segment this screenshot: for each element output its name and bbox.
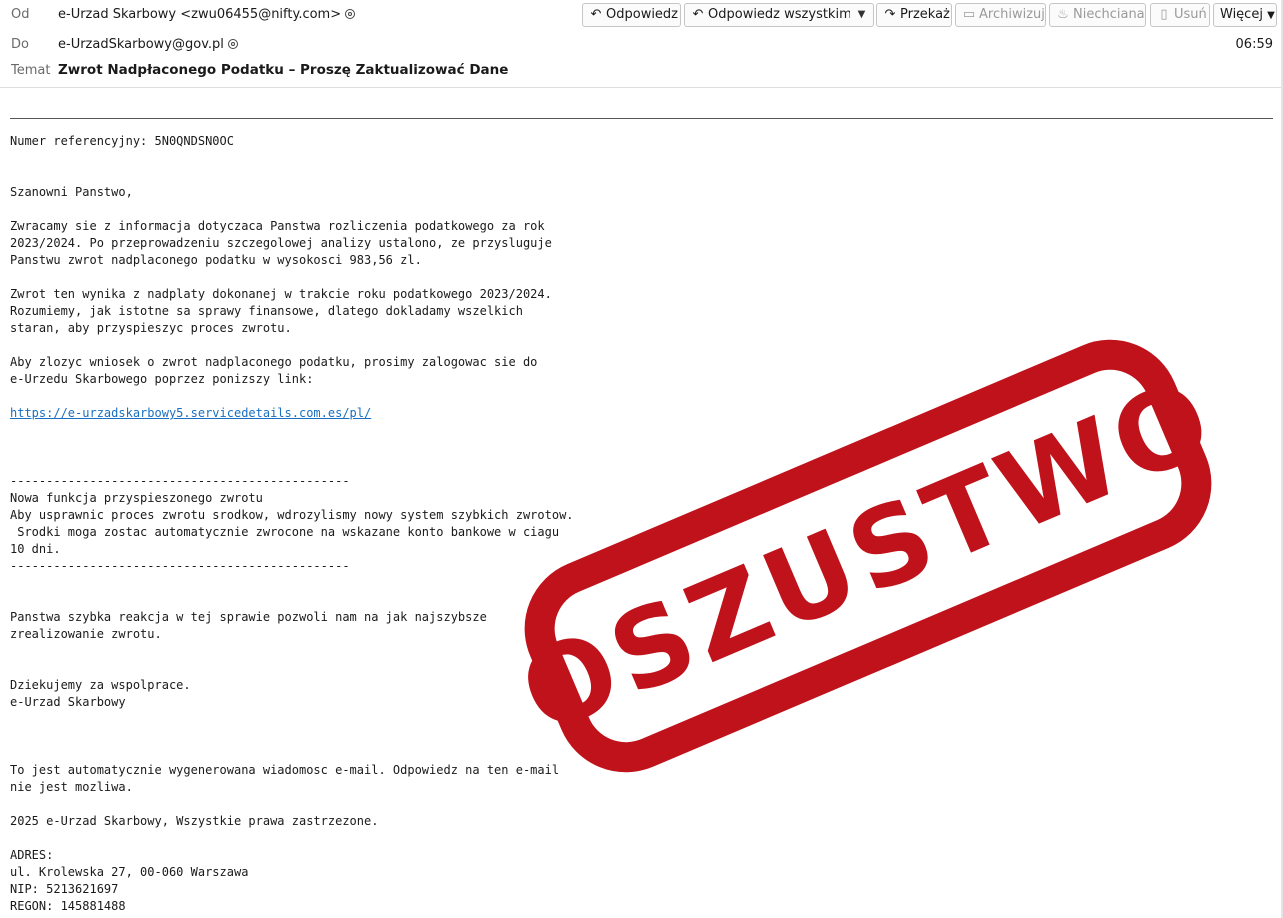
flame-icon: ♨ xyxy=(1057,7,1069,22)
reply-arrow-icon: ↶ xyxy=(590,7,602,22)
body-line: zrealizowanie zwrotu. xyxy=(10,627,162,641)
body-line: nie jest mozliwa. xyxy=(10,780,133,794)
to-label: Do xyxy=(11,37,29,52)
subject-value: Zwrot Nadpłaconego Podatku – Proszę Zakt… xyxy=(58,62,509,78)
reply-button[interactable]: ↶ Odpowiedz xyxy=(582,3,681,27)
body-line: Panstwa szybka reakcja w tej sprawie poz… xyxy=(10,610,487,624)
from-label: Od xyxy=(11,7,30,22)
separator-line: ----------------------------------------… xyxy=(10,474,350,488)
body-line: NIP: 5213621697 xyxy=(10,882,119,896)
reference-number: Numer referencyjny: 5N0QNDSN0OC xyxy=(10,134,234,148)
junk-button[interactable]: ♨ Niechciana xyxy=(1049,3,1146,27)
contact-icon[interactable] xyxy=(227,39,238,49)
body-line: ul. Krolewska 27, 00-060 Warszawa xyxy=(10,865,249,879)
body-line: 10 dni. xyxy=(10,542,61,556)
delete-label: Usuń xyxy=(1174,7,1207,22)
reply-all-arrow-icon: ↶ xyxy=(692,7,704,22)
reply-all-dropdown[interactable]: ▼ xyxy=(850,3,874,27)
forward-arrow-icon: ↷ xyxy=(884,7,896,22)
body-line: Aby usprawnic proces zwrotu srodkow, wdr… xyxy=(10,508,574,522)
forward-label: Przekaż xyxy=(900,7,950,22)
message-header: Od e-Urzad Skarbowy <zwu06455@nifty.com>… xyxy=(0,0,1283,88)
body-line: e-Urzedu Skarbowego poprzez ponizszy lin… xyxy=(10,372,314,386)
chevron-down-icon: ▼ xyxy=(857,9,866,20)
chevron-down-icon: ▼ xyxy=(1267,10,1275,21)
to-value[interactable]: e-UrzadSkarbowy@gov.pl xyxy=(58,37,238,52)
more-button[interactable]: Więcej ▼ xyxy=(1213,3,1277,27)
body-line: To jest automatycznie wygenerowana wiado… xyxy=(10,763,560,777)
body-line: Dziekujemy za wspolprace. xyxy=(10,678,191,692)
reply-all-label: Odpowiedz wszystkim xyxy=(708,7,852,22)
trash-icon: ▯ xyxy=(1160,7,1168,22)
forward-button[interactable]: ↷ Przekaż xyxy=(876,3,952,27)
contact-icon[interactable] xyxy=(345,9,356,19)
body-line: 2023/2024. Po przeprowadzeniu szczegolow… xyxy=(10,236,552,250)
archive-label: Archiwizuj xyxy=(979,7,1045,22)
body-line: Nowa funkcja przyspieszonego zwrotu xyxy=(10,491,263,505)
reply-all-button[interactable]: ↶ Odpowiedz wszystkim xyxy=(684,3,852,27)
body-line: Rozumiemy, jak istotne sa sprawy finanso… xyxy=(10,304,523,318)
more-label: Więcej xyxy=(1220,7,1263,22)
separator-line: ----------------------------------------… xyxy=(10,559,350,573)
body-line: Srodki moga zostac automatycznie zwrocon… xyxy=(10,525,560,539)
message-time: 06:59 xyxy=(1235,37,1273,52)
body-line: e-Urzad Skarbowy xyxy=(10,695,126,709)
body-line: Zwrot ten wynika z nadplaty dokonanej w … xyxy=(10,287,552,301)
to-address[interactable]: e-UrzadSkarbowy@gov.pl xyxy=(58,37,224,52)
junk-label: Niechciana xyxy=(1073,7,1145,22)
archive-button[interactable]: ▭ Archiwizuj xyxy=(955,3,1046,27)
body-line: REGON: 145881488 xyxy=(10,899,126,913)
horizontal-rule xyxy=(10,118,1273,119)
body-line: 2025 e-Urzad Skarbowy, Wszystkie prawa z… xyxy=(10,814,379,828)
body-line: Szanowni Panstwo, xyxy=(10,185,133,199)
body-line: Zwracamy sie z informacja dotyczaca Pans… xyxy=(10,219,545,233)
reply-label: Odpowiedz xyxy=(606,7,679,22)
from-address[interactable]: e-Urzad Skarbowy <zwu06455@nifty.com> xyxy=(58,7,341,22)
archive-box-icon: ▭ xyxy=(962,7,976,22)
subject-label: Temat xyxy=(11,63,51,78)
delete-button[interactable]: ▯ Usuń xyxy=(1150,3,1210,27)
body-line: staran, aby przyspieszyc proces zwrotu. xyxy=(10,321,292,335)
from-value[interactable]: e-Urzad Skarbowy <zwu06455@nifty.com> xyxy=(58,7,356,22)
phishing-link[interactable]: https://e-urzadskarbowy5.servicedetails.… xyxy=(10,405,371,422)
body-line: Panstwu zwrot nadplaconego podatku w wys… xyxy=(10,253,422,267)
body-line: Aby zlozyc wniosek o zwrot nadplaconego … xyxy=(10,355,538,369)
body-line: ADRES: xyxy=(10,848,54,862)
